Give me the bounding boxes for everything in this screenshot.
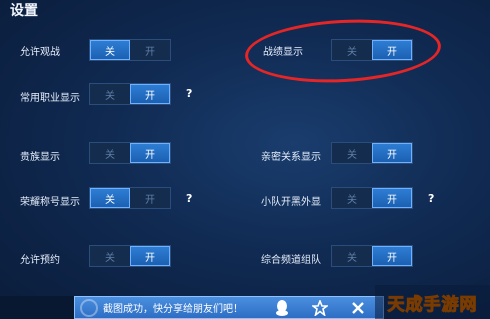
toggle-off-option[interactable]: 关 (332, 246, 372, 266)
toggle-allow-spectate[interactable]: 关 开 (89, 39, 171, 61)
toggle-off-option[interactable]: 关 (332, 188, 372, 208)
setting-label-channel-team: 综合频道组队 (261, 255, 321, 266)
highlight-circle (243, 14, 443, 88)
toggle-noble-display[interactable]: 关 开 (89, 142, 171, 164)
toggle-off-option[interactable]: 关 (90, 84, 130, 104)
setting-label-common-role: 常用职业显示 (20, 93, 80, 104)
toggle-on-option[interactable]: 开 (130, 84, 170, 104)
toggle-off-option[interactable]: 关 (90, 246, 130, 266)
toggle-on-option[interactable]: 开 (372, 246, 412, 266)
setting-label-allow-spectate: 允许观战 (20, 47, 60, 58)
setting-label-allow-booking: 允许预约 (20, 255, 60, 266)
close-icon[interactable] (347, 298, 369, 318)
setting-label-honor-title: 荣耀称号显示 (20, 197, 80, 208)
toggle-off-option[interactable]: 关 (332, 143, 372, 163)
screenshot-toast: 截图成功，快分享给朋友们吧！ (74, 296, 384, 319)
star-icon[interactable] (309, 298, 331, 318)
toggle-on-option[interactable]: 开 (130, 40, 170, 60)
help-icon[interactable]: ? (428, 192, 434, 205)
setting-label-noble-display: 贵族显示 (20, 152, 60, 163)
page-title: 设置 (10, 3, 38, 19)
help-icon[interactable]: ? (186, 192, 192, 205)
help-icon[interactable]: ? (186, 87, 192, 100)
toggle-on-option[interactable]: 开 (130, 188, 170, 208)
setting-label-intimacy-display: 亲密关系显示 (261, 152, 321, 163)
watermark-text: 天成手游网 (387, 294, 478, 315)
toggle-intimacy-display[interactable]: 关 开 (331, 142, 413, 164)
toggle-honor-title[interactable]: 关 开 (89, 187, 171, 209)
bottom-bar-background (0, 296, 74, 319)
toggle-on-option[interactable]: 开 (130, 143, 170, 163)
toggle-common-role[interactable]: 关 开 (89, 83, 171, 105)
toggle-off-option[interactable]: 关 (90, 143, 130, 163)
toggle-squad-display[interactable]: 关 开 (331, 187, 413, 209)
toggle-off-option[interactable]: 关 (90, 188, 130, 208)
toggle-off-option[interactable]: 关 (90, 40, 130, 60)
toggle-allow-booking[interactable]: 关 开 (89, 245, 171, 267)
toast-logo-icon (80, 299, 98, 317)
setting-label-squad-display: 小队开黑外显 (261, 197, 321, 208)
watermark: 天成手游网 (375, 285, 490, 319)
toggle-channel-team[interactable]: 关 开 (331, 245, 413, 267)
share-qq-icon[interactable] (271, 298, 293, 318)
toggle-on-option[interactable]: 开 (372, 188, 412, 208)
toggle-on-option[interactable]: 开 (372, 143, 412, 163)
toggle-on-option[interactable]: 开 (130, 246, 170, 266)
toast-message: 截图成功，快分享给朋友们吧！ (103, 304, 243, 315)
